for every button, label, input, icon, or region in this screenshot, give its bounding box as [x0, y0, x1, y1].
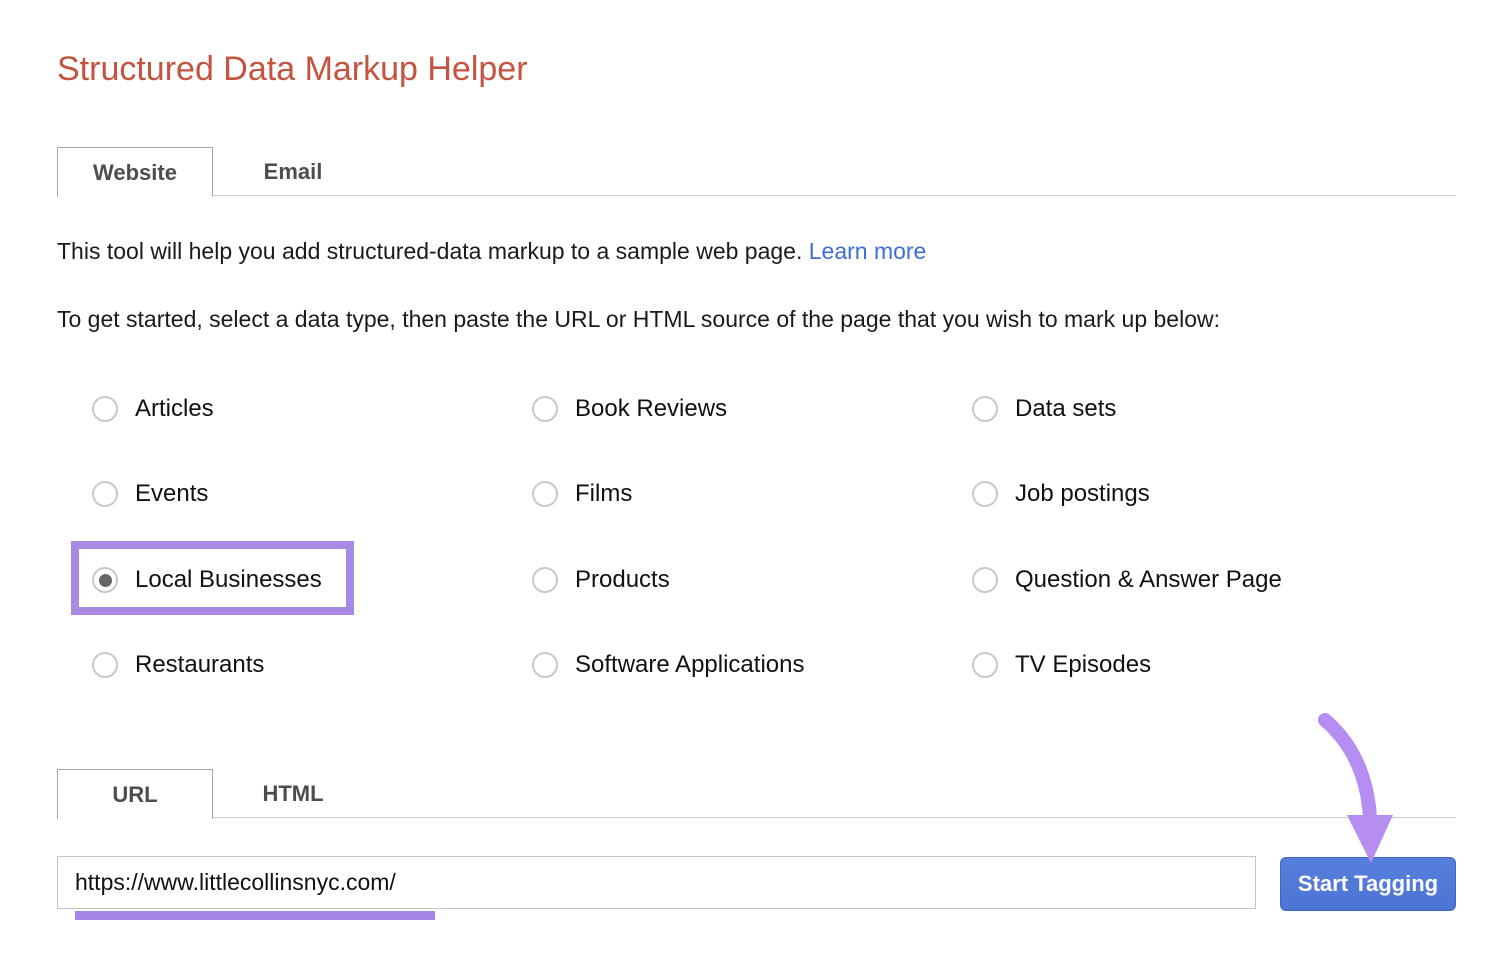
- page-title: Structured Data Markup Helper: [57, 50, 528, 89]
- radio-option-label: Articles: [135, 395, 214, 423]
- radio-icon[interactable]: [92, 396, 118, 422]
- radio-icon[interactable]: [972, 652, 998, 678]
- radio-option-tv-episodes[interactable]: TV Episodes: [972, 647, 1151, 683]
- tab-html-label: HTML: [262, 781, 323, 806]
- radio-option-label: Events: [135, 480, 208, 508]
- radio-icon[interactable]: [532, 481, 558, 507]
- radio-option-book-reviews[interactable]: Book Reviews: [532, 391, 727, 427]
- url-input[interactable]: [57, 856, 1256, 909]
- radio-icon[interactable]: [972, 567, 998, 593]
- radio-option-label: Products: [575, 566, 670, 594]
- radio-option-label: Book Reviews: [575, 395, 727, 423]
- tab-website[interactable]: Website: [57, 147, 213, 197]
- radio-option-question-answer-page[interactable]: Question & Answer Page: [972, 562, 1282, 598]
- site-type-tabbar: Website Email: [57, 147, 1456, 196]
- radio-option-label: Software Applications: [575, 651, 804, 679]
- radio-option-label: Data sets: [1015, 395, 1116, 423]
- radio-option-label: Question & Answer Page: [1015, 566, 1282, 594]
- radio-option-label: Restaurants: [135, 651, 264, 679]
- intro-sentence: This tool will help you add structured-d…: [57, 238, 802, 264]
- radio-icon[interactable]: [972, 396, 998, 422]
- tab-email[interactable]: Email: [213, 147, 373, 196]
- tab-email-label: Email: [264, 159, 323, 184]
- radio-option-software-applications[interactable]: Software Applications: [532, 647, 804, 683]
- radio-icon[interactable]: [92, 481, 118, 507]
- radio-icon[interactable]: [92, 652, 118, 678]
- radio-icon[interactable]: [532, 567, 558, 593]
- tab-website-label: Website: [93, 160, 177, 185]
- radio-icon[interactable]: [972, 481, 998, 507]
- tab-url[interactable]: URL: [57, 769, 213, 819]
- radio-option-label: Films: [575, 480, 632, 508]
- radio-option-restaurants[interactable]: Restaurants: [92, 647, 264, 683]
- radio-option-label: Job postings: [1015, 480, 1150, 508]
- radio-icon[interactable]: [532, 396, 558, 422]
- start-tagging-button[interactable]: Start Tagging: [1280, 857, 1456, 911]
- instructions-text: To get started, select a data type, then…: [57, 306, 1220, 333]
- radio-selected-icon[interactable]: [92, 567, 118, 593]
- source-type-tabbar: URL HTML: [57, 769, 1456, 818]
- radio-option-job-postings[interactable]: Job postings: [972, 476, 1150, 512]
- url-underline-highlight: [75, 911, 435, 920]
- structured-data-markup-helper-page: Structured Data Markup Helper Website Em…: [0, 0, 1498, 972]
- radio-icon[interactable]: [532, 652, 558, 678]
- radio-option-label: Local Businesses: [135, 566, 322, 594]
- radio-option-products[interactable]: Products: [532, 562, 670, 598]
- tab-html[interactable]: HTML: [213, 769, 373, 818]
- learn-more-link[interactable]: Learn more: [809, 238, 927, 264]
- radio-option-films[interactable]: Films: [532, 476, 632, 512]
- radio-option-data-sets[interactable]: Data sets: [972, 391, 1116, 427]
- radio-option-local-businesses[interactable]: Local Businesses: [92, 562, 322, 598]
- radio-option-events[interactable]: Events: [92, 476, 208, 512]
- radio-option-label: TV Episodes: [1015, 651, 1151, 679]
- radio-option-articles[interactable]: Articles: [92, 391, 214, 427]
- tab-url-label: URL: [112, 782, 157, 807]
- intro-text: This tool will help you add structured-d…: [57, 238, 926, 265]
